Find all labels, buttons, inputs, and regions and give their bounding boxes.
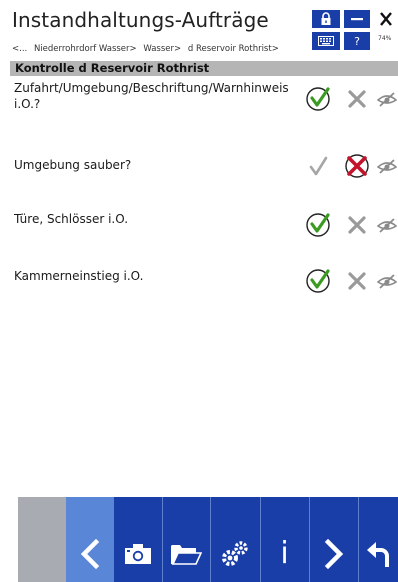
ok-check-button[interactable] xyxy=(303,151,333,181)
not-ok-button[interactable] xyxy=(342,210,372,240)
x-icon xyxy=(348,90,366,108)
lock-button[interactable] xyxy=(312,10,340,28)
ok-check-button[interactable] xyxy=(303,210,333,240)
page-title: Instandhaltungs-Aufträge xyxy=(12,8,269,32)
camera-button[interactable] xyxy=(114,497,162,582)
toolbar-spacer xyxy=(18,497,66,582)
check-circle-icon xyxy=(306,213,330,237)
eye-slash-icon xyxy=(376,218,397,233)
next-icon xyxy=(324,538,343,569)
section-header: Kontrolle d Reservoir Rothrist xyxy=(10,61,398,76)
x-circle-icon xyxy=(345,154,369,178)
not-applicable-button[interactable] xyxy=(375,151,398,181)
ok-check-button[interactable] xyxy=(303,266,333,296)
not-ok-button[interactable] xyxy=(342,266,372,296)
not-applicable-button[interactable] xyxy=(375,266,398,296)
x-icon xyxy=(348,272,366,290)
checklist-item-label: Umgebung sauber? xyxy=(14,158,132,172)
breadcrumb-item[interactable]: Wasser> xyxy=(143,44,181,54)
eye-slash-icon xyxy=(376,159,397,174)
breadcrumb: <... Niederrohrdorf Wasser> Wasser> d Re… xyxy=(12,44,283,54)
next-button[interactable] xyxy=(309,497,358,582)
close-button[interactable] xyxy=(373,10,398,28)
keyboard-icon xyxy=(318,36,334,46)
lock-icon xyxy=(321,12,331,25)
folder-button[interactable] xyxy=(162,497,210,582)
camera-icon xyxy=(125,543,151,564)
minimize-icon xyxy=(351,18,363,21)
not-applicable-button[interactable] xyxy=(375,210,398,240)
settings-icon xyxy=(222,540,248,566)
checklist-item-label: Türe, Schlösser i.O. xyxy=(14,212,129,226)
undo-icon xyxy=(367,541,389,567)
info-button[interactable]: i xyxy=(260,497,309,582)
help-button[interactable]: ? xyxy=(344,32,370,50)
check-circle-icon xyxy=(306,87,330,111)
close-icon xyxy=(379,12,392,26)
not-ok-button[interactable] xyxy=(342,84,372,114)
info-icon: i xyxy=(280,535,289,571)
check-icon xyxy=(309,156,328,176)
settings-button[interactable] xyxy=(210,497,260,582)
eye-slash-icon xyxy=(376,274,397,289)
ok-check-button[interactable] xyxy=(303,84,333,114)
battery-indicator: 74% xyxy=(378,35,392,42)
undo-button[interactable] xyxy=(358,497,398,582)
breadcrumb-item[interactable]: d Reservoir Rothrist> xyxy=(188,44,279,54)
back-button[interactable] xyxy=(66,497,114,582)
back-icon xyxy=(80,538,100,569)
folder-icon xyxy=(171,544,202,565)
not-applicable-button[interactable] xyxy=(375,84,398,114)
minimize-button[interactable] xyxy=(344,10,370,28)
x-icon xyxy=(348,216,366,234)
breadcrumb-item[interactable]: Niederrohrdorf Wasser> xyxy=(34,44,137,54)
check-circle-icon xyxy=(306,269,330,293)
not-ok-button[interactable] xyxy=(342,151,372,181)
checklist-item-label: Kammerneinstieg i.O. xyxy=(14,269,144,283)
checklist-item-label: Zufahrt/Umgebung/Beschriftung/Warnhinwei… xyxy=(14,81,289,111)
breadcrumb-back[interactable]: <... xyxy=(12,44,27,54)
keyboard-button[interactable] xyxy=(312,32,340,50)
eye-slash-icon xyxy=(376,92,397,107)
